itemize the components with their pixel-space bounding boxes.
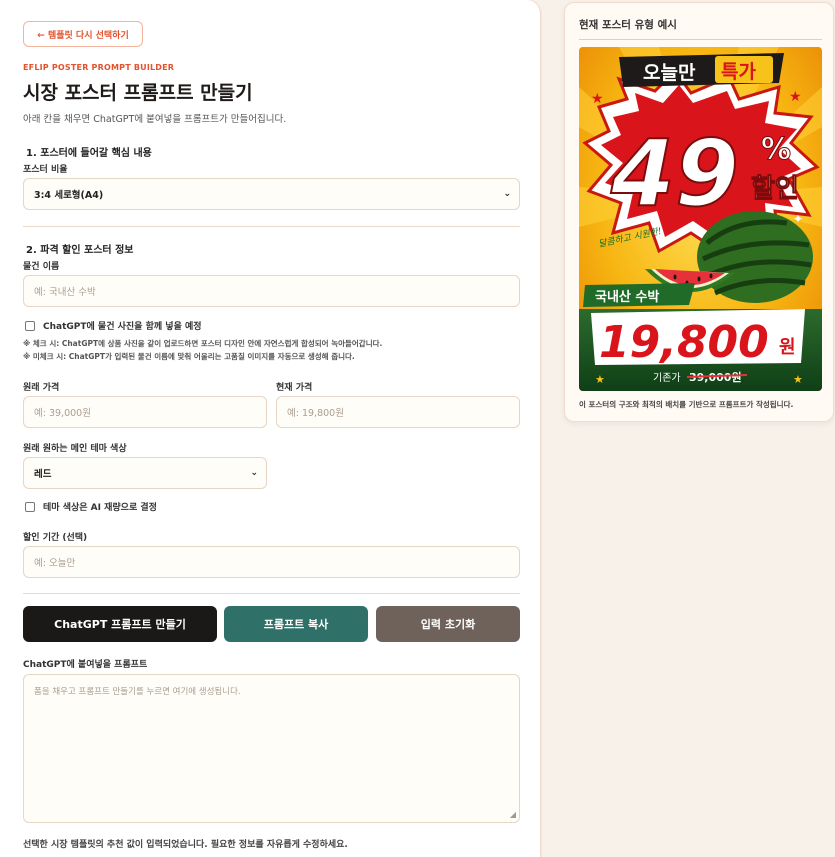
- preview-title: 현재 포스터 유형 예시: [579, 19, 677, 31]
- poster-discount-word: 할인: [751, 174, 799, 204]
- product-name-placeholder: 예: 국내산 수박: [34, 287, 96, 298]
- prompt-output-textarea[interactable]: 폼을 채우고 프롬프트 만들기를 누르면 여기에 생성됩니다. ◢: [23, 674, 520, 823]
- ratio-select[interactable]: 3:4 세로형(A4) ⌄: [23, 178, 520, 210]
- page-title: 시장 포스터 프롬프트 만들기: [23, 82, 253, 104]
- poster-percent-sign: %: [761, 132, 791, 167]
- star-icon: ★: [595, 373, 605, 386]
- product-photo-check-label: ChatGPT에 물건 사진을 함께 넣을 예정: [43, 322, 202, 332]
- photo-note-checked: ※ 체크 시: ChatGPT에 상품 사진을 같이 업로드하면 포스터 디자인…: [23, 339, 383, 348]
- original-price-input[interactable]: 예: 39,000원: [23, 396, 267, 428]
- current-price-input[interactable]: 예: 19,800원: [276, 396, 520, 428]
- photo-note-unchecked: ※ 미체크 시: ChatGPT가 입력된 물건 이름에 맞춰 어울리는 고품질…: [23, 352, 355, 361]
- generate-prompt-button[interactable]: ChatGPT 프롬프트 만들기: [23, 606, 217, 642]
- product-name-label: 물건 이름: [23, 262, 60, 272]
- current-price-label: 현재 가격: [276, 383, 313, 393]
- ratio-label: 포스터 비율: [23, 165, 68, 175]
- template-applied-note: 선택한 시장 템플릿의 추천 값이 입력되었습니다. 필요한 정보를 자유롭게 …: [23, 840, 348, 850]
- poster-price-unit: 원: [779, 337, 796, 358]
- star-icon: ★: [591, 91, 604, 107]
- poster-preview-card: 현재 포스터 유형 예시 오늘만 특가 49 % 할인 ★ ★ ✦ 달콤하고 시…: [564, 2, 834, 422]
- star-icon: ★: [793, 373, 803, 386]
- back-to-templates-button[interactable]: ← 템플릿 다시 선택하기: [23, 21, 143, 47]
- product-name-input[interactable]: 예: 국내산 수박: [23, 275, 520, 307]
- product-photo-check-row[interactable]: ChatGPT에 물건 사진을 함께 넣을 예정: [25, 319, 202, 332]
- form-card: ← 템플릿 다시 선택하기 EFLIP POSTER PROMPT BUILDE…: [0, 0, 541, 857]
- poster-banner-b: 특가: [721, 61, 756, 83]
- period-placeholder: 예: 오늘만: [34, 558, 76, 569]
- ai-color-check-label: 테마 색상은 AI 재량으로 결정: [43, 503, 157, 513]
- page-subtitle: 아래 칸을 채우면 ChatGPT에 붙여넣을 프롬프트가 만들어집니다.: [23, 114, 287, 125]
- poster-product-tag: 국내산 수박: [595, 289, 659, 305]
- poster-price: 19,800: [599, 317, 769, 368]
- prompt-output-placeholder: 폼을 채우고 프롬프트 만들기를 누르면 여기에 생성됩니다.: [34, 687, 241, 697]
- star-icon: ★: [789, 89, 802, 105]
- poster-discount-number: 49: [610, 120, 739, 227]
- preview-caption: 이 포스터의 구조와 최적의 배치를 기반으로 프롬프트가 작성됩니다.: [579, 400, 794, 409]
- theme-color-label: 원래 원하는 메인 테마 색상: [23, 444, 127, 454]
- chevron-down-icon: ⌄: [503, 189, 511, 199]
- section-heading-core: 1. 포스터에 들어갈 핵심 내용: [26, 148, 152, 159]
- divider: [23, 226, 520, 227]
- ai-color-check-row[interactable]: 테마 색상은 AI 재량으로 결정: [25, 500, 157, 513]
- period-label: 할인 기간 (선택): [23, 533, 88, 543]
- ai-color-checkbox[interactable]: [25, 501, 35, 512]
- section-heading-discount: 2. 파격 할인 포스터 정보: [26, 245, 134, 256]
- original-price-label: 원래 가격: [23, 383, 60, 393]
- current-price-placeholder: 예: 19,800원: [287, 408, 344, 419]
- original-price-placeholder: 예: 39,000원: [34, 408, 91, 419]
- product-photo-checkbox[interactable]: [25, 320, 35, 331]
- theme-color-select[interactable]: 레드 ⌄: [23, 457, 267, 489]
- resize-grip-icon[interactable]: ◢: [510, 810, 516, 819]
- brand-label: EFLIP POSTER PROMPT BUILDER: [23, 63, 175, 72]
- reset-input-button[interactable]: 입력 초기화: [376, 606, 520, 642]
- divider: [579, 39, 822, 40]
- poster-banner-a: 오늘만: [643, 62, 696, 84]
- poster-artwork: 오늘만 특가 49 % 할인 ★ ★ ✦ 달콤하고 시원한! 국내산 수박 19…: [579, 47, 822, 391]
- poster-example-image: 오늘만 특가 49 % 할인 ★ ★ ✦ 달콤하고 시원한! 국내산 수박 19…: [579, 47, 822, 391]
- theme-color-value: 레드: [34, 469, 52, 480]
- poster-original-label: 기존가: [653, 372, 681, 384]
- copy-prompt-button[interactable]: 프롬프트 복사: [224, 606, 368, 642]
- divider: [23, 593, 520, 594]
- chevron-down-icon: ⌄: [250, 468, 258, 478]
- period-input[interactable]: 예: 오늘만: [23, 546, 520, 578]
- ratio-select-value: 3:4 세로형(A4): [34, 190, 104, 201]
- prompt-output-label: ChatGPT에 붙여넣을 프롬프트: [23, 660, 148, 670]
